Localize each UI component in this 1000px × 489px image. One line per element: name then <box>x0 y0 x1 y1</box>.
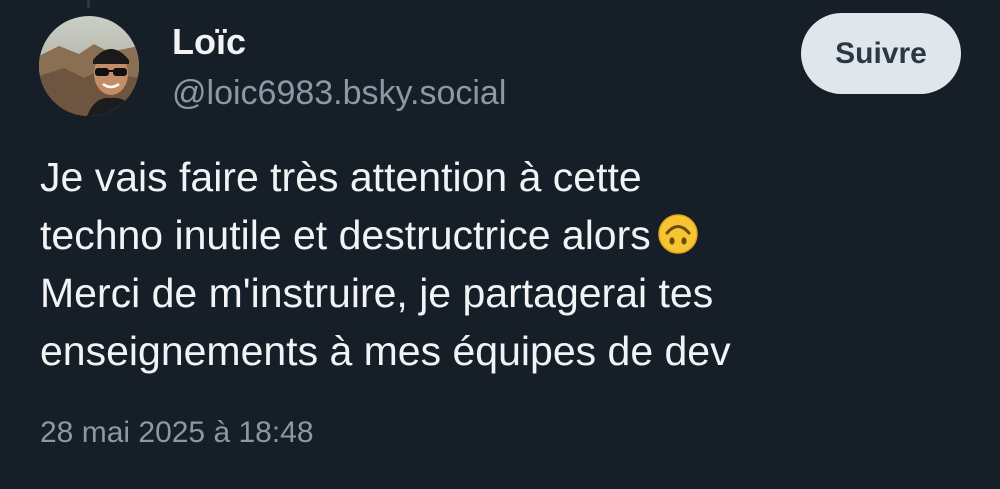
post-timestamp[interactable]: 28 mai 2025 à 18:48 <box>40 414 314 452</box>
post-text-line: techno inutile et destructrice alors <box>40 206 970 264</box>
follow-button[interactable]: Suivre <box>801 13 961 94</box>
post-text-line: enseignements à mes équipes de dev <box>40 328 731 374</box>
avatar[interactable] <box>39 16 139 116</box>
post-text: Je vais faire très attention à cette tec… <box>40 148 970 380</box>
author-display-name[interactable]: Loïc <box>172 20 246 64</box>
post-text-line: Je vais faire très attention à cette <box>40 154 642 200</box>
post-text-segment: techno inutile et destructrice alors <box>40 212 651 258</box>
post-card: Loïc @loic6983.bsky.social Suivre Je vai… <box>0 0 1000 489</box>
thread-line <box>87 0 90 8</box>
author-handle[interactable]: @loic6983.bsky.social <box>172 73 506 113</box>
post-text-line: Merci de m'instruire, je partagerai tes <box>40 270 714 316</box>
upside-down-face-icon <box>657 212 699 254</box>
avatar-photo-icon <box>39 16 139 116</box>
